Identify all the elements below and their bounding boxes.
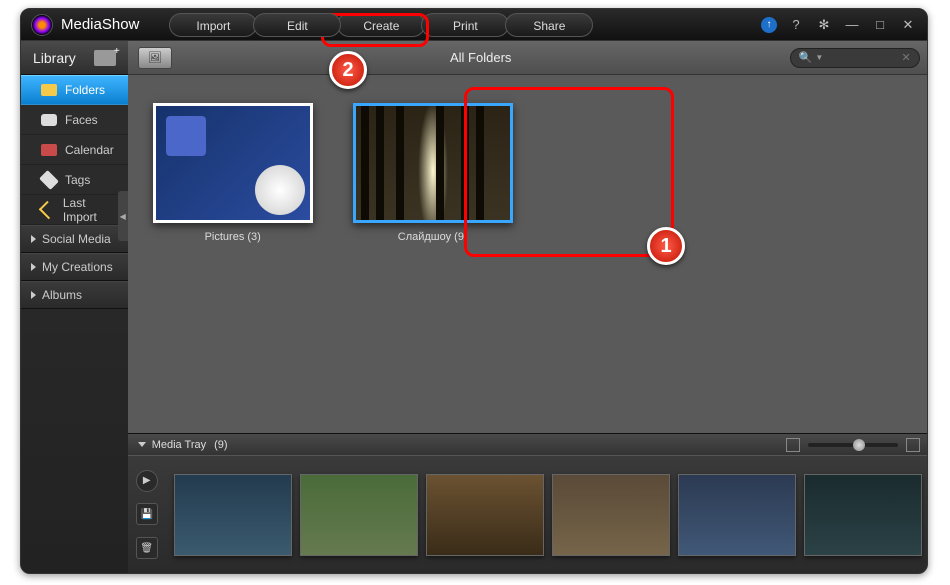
settings-icon[interactable]: ✻ (815, 16, 833, 34)
tab-create[interactable]: Create (337, 13, 425, 37)
chevron-down-icon: ▼ (815, 53, 823, 62)
last-import-icon (39, 200, 57, 218)
zoom-slider[interactable] (808, 443, 898, 447)
tray-thumb[interactable] (552, 474, 670, 556)
sidebar-item-label: Calendar (65, 143, 114, 157)
tab-print[interactable]: Print (421, 13, 509, 37)
sidebar-section-creations[interactable]: My Creations (21, 253, 128, 281)
sidebar-collapse-handle[interactable] (118, 191, 128, 241)
section-label: Albums (42, 288, 82, 302)
library-header: Library (21, 41, 128, 75)
sidebar-item-label: Last Import (63, 196, 114, 224)
close-button[interactable]: ✕ (899, 16, 917, 34)
tag-icon (39, 170, 59, 190)
maximize-button[interactable]: □ (871, 16, 889, 34)
annotation-badge-2: 2 (329, 51, 367, 89)
folder-item-slideshow[interactable]: Слайдшоу (9) (348, 103, 518, 243)
minimize-button[interactable]: — (843, 16, 861, 34)
view-large-icon[interactable] (906, 438, 920, 452)
save-button[interactable]: 💾 (136, 503, 158, 525)
add-library-icon[interactable] (94, 50, 116, 66)
chevron-right-icon (31, 235, 36, 243)
folder-icon (41, 84, 57, 96)
delete-button[interactable]: 🗑 (136, 537, 158, 559)
tray-thumb[interactable] (426, 474, 544, 556)
faces-icon (41, 114, 57, 126)
folder-label: Pictures (3) (205, 231, 261, 243)
sidebar-section-social[interactable]: Social Media (21, 225, 128, 253)
tray-thumb[interactable] (678, 474, 796, 556)
tray-controls: ▶ 💾 🗑 (128, 456, 166, 573)
main-area: 🖼 All Folders 🔍 ▼ ✕ Pictures (3) (128, 41, 928, 573)
sidebar-item-label: Faces (65, 113, 98, 127)
zoom-thumb[interactable] (853, 439, 865, 451)
thumbnail-art (356, 106, 510, 220)
tray-thumb[interactable] (174, 474, 292, 556)
breadcrumb-title: All Folders (172, 50, 790, 65)
main-menu: Import Edit Create Print Share (169, 13, 589, 37)
breadcrumb-bar: 🖼 All Folders 🔍 ▼ ✕ (128, 41, 928, 75)
sidebar-item-calendar[interactable]: Calendar (21, 135, 128, 165)
chevron-down-icon (138, 442, 146, 447)
folder-thumbnail (353, 103, 513, 223)
tab-import[interactable]: Import (169, 13, 257, 37)
play-button[interactable]: ▶ (136, 470, 158, 492)
search-input[interactable]: 🔍 ▼ ✕ (790, 48, 920, 68)
sidebar-item-faces[interactable]: Faces (21, 105, 128, 135)
annotation-badge-1: 1 (647, 227, 685, 265)
sidebar-item-folders[interactable]: Folders (21, 75, 128, 105)
sidebar-item-last-import[interactable]: Last Import (21, 195, 128, 225)
chevron-right-icon (31, 291, 36, 299)
tray-thumb[interactable] (804, 474, 922, 556)
tray-count: (9) (214, 439, 227, 451)
sidebar-item-label: Tags (65, 173, 90, 187)
search-icon: 🔍 (799, 51, 813, 64)
tray-header[interactable]: Media Tray (9) (128, 433, 928, 455)
help-icon[interactable]: ? (787, 16, 805, 34)
chevron-right-icon (31, 263, 36, 271)
tray-thumbnails[interactable] (166, 456, 928, 573)
thumbnail-art (156, 106, 310, 220)
app-logo-icon (31, 14, 53, 36)
titlebar-right: ↑ ? ✻ — □ ✕ (761, 16, 917, 34)
clear-search-icon[interactable]: ✕ (901, 51, 910, 64)
view-small-icon[interactable] (786, 438, 800, 452)
folder-grid: Pictures (3) Слайдшоу (9) (128, 75, 928, 433)
folder-label: Слайдшоу (9) (398, 231, 468, 243)
tab-edit[interactable]: Edit (253, 13, 341, 37)
sidebar-item-label: Folders (65, 83, 105, 97)
folder-item-pictures[interactable]: Pictures (3) (148, 103, 318, 243)
tab-share[interactable]: Share (505, 13, 593, 37)
sidebar-item-tags[interactable]: Tags (21, 165, 128, 195)
folder-thumbnail (153, 103, 313, 223)
calendar-icon (41, 144, 57, 156)
section-label: My Creations (42, 260, 113, 274)
sidebar-section-albums[interactable]: Albums (21, 281, 128, 309)
tray-title: Media Tray (152, 439, 206, 451)
app-body: Library Folders Faces Calendar Tags (21, 41, 927, 573)
tray-thumb[interactable] (300, 474, 418, 556)
section-label: Social Media (42, 232, 111, 246)
app-window: MediaShow Import Edit Create Print Share… (20, 8, 928, 574)
tray-view-controls (786, 438, 920, 452)
update-icon[interactable]: ↑ (761, 17, 777, 33)
library-title: Library (33, 50, 76, 66)
titlebar: MediaShow Import Edit Create Print Share… (21, 9, 927, 41)
sidebar: Library Folders Faces Calendar Tags (21, 41, 128, 573)
app-title: MediaShow (61, 16, 139, 33)
media-tray: ▶ 💾 🗑 (128, 455, 928, 573)
breadcrumb-home-icon[interactable]: 🖼 (138, 47, 172, 69)
